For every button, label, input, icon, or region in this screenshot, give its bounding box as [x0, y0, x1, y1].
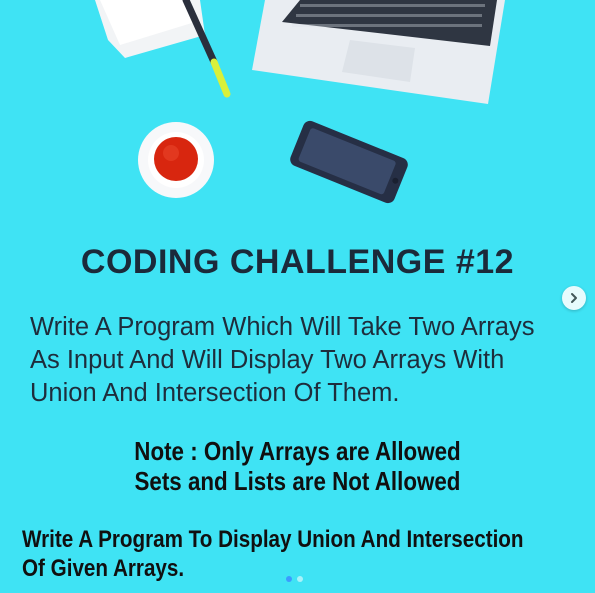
challenge-description: Write A Program Which Will Take Two Arra… — [30, 311, 570, 410]
carousel-dot-active[interactable] — [286, 576, 292, 582]
desk-illustration — [95, 0, 505, 204]
smartphone — [290, 120, 408, 204]
description-line: As Input And Will Display Two Arrays Wit… — [30, 346, 505, 374]
chevron-right-icon — [571, 293, 577, 303]
pencil — [182, 0, 231, 98]
laptop — [252, 0, 505, 104]
carousel-indicator — [286, 576, 303, 582]
tea-cup — [138, 122, 214, 198]
challenge-title: CODING CHALLENGE #12 — [80, 243, 515, 281]
challenge-note: Note : Only Arrays are Allowed Sets and … — [42, 436, 554, 496]
note-line: Note : Only Arrays are Allowed — [134, 436, 461, 466]
description-line: Write A Program Which Will Take Two Arra… — [30, 313, 535, 341]
description-line: Union And Intersection Of Them. — [30, 379, 400, 407]
task-line: Write A Program To Display Union And Int… — [22, 526, 524, 553]
carousel-next-button[interactable] — [562, 286, 586, 310]
challenge-task: Write A Program To Display Union And Int… — [22, 525, 572, 583]
note-line: Sets and Lists are Not Allowed — [134, 466, 461, 496]
carousel-dot[interactable] — [297, 576, 303, 582]
